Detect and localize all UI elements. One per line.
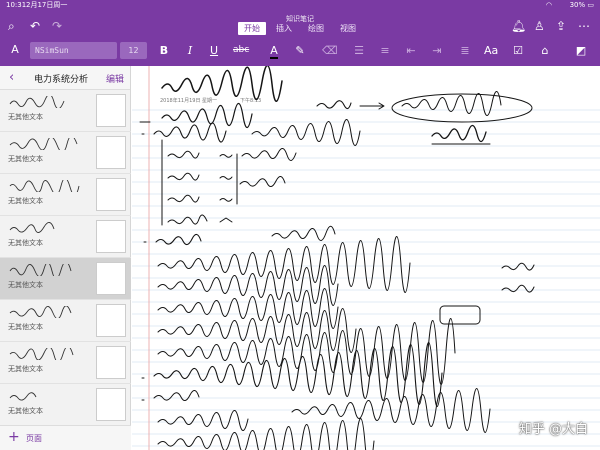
wifi-icon: ◠ [545, 1, 552, 9]
battery-percent: 30% [569, 1, 586, 9]
page-subtitle: 无其他文本 [8, 197, 43, 205]
indent-icon[interactable]: ⇥ [430, 44, 444, 57]
ribbon-tabs: 开始 插入 绘图 视图 [238, 22, 362, 35]
search-icon[interactable]: ⌕ [8, 20, 15, 32]
handwritten-title-icon [9, 96, 65, 108]
page-subtitle: 无其他文本 [8, 323, 43, 331]
numbered-list-icon[interactable]: ≡ [378, 44, 392, 57]
handwritten-title-icon [9, 392, 37, 401]
add-page-button[interactable]: 页面 [26, 433, 42, 444]
page-thumbnail [96, 262, 126, 295]
page-thumbnail [96, 136, 126, 169]
page-item-7[interactable]: 无其他文本 [0, 342, 131, 384]
bold-icon[interactable]: B [157, 44, 171, 57]
plus-icon[interactable]: + [8, 429, 20, 445]
strikethrough-icon[interactable]: abc [233, 44, 249, 57]
font-color-icon[interactable]: A [267, 44, 281, 59]
undo-icon[interactable]: ↶ [30, 20, 40, 32]
watermark: 知乎 @大白 [518, 422, 588, 437]
page-subtitle: 无其他文本 [8, 407, 43, 415]
checkbox-icon[interactable]: ☑ [511, 44, 525, 57]
page-thumbnail [96, 304, 126, 337]
section-title: 电力系统分析 [34, 75, 89, 85]
page-thumbnail [96, 94, 126, 127]
page-list: 无其他文本 无其他文本 无其他文本 无其他文本 无其他文本 无其他文本 无其他文… [0, 90, 131, 425]
page-sidebar: ‹ 电力系统分析 编辑 无其他文本 无其他文本 无其他文本 无其他文本 无其他文… [0, 66, 131, 450]
page-item-8[interactable]: 无其他文本 [0, 384, 131, 425]
highlight-icon[interactable]: ✎ [293, 44, 307, 57]
outdent-icon[interactable]: ⇤ [404, 44, 418, 57]
edit-button[interactable]: 编辑 [106, 72, 124, 85]
font-name-field[interactable]: NSimSun [30, 42, 117, 59]
underline-icon[interactable]: U [207, 44, 221, 57]
battery-indicator: 30% ▭ [569, 1, 594, 9]
handwritten-title-icon [9, 348, 74, 360]
page-subtitle: 无其他文本 [8, 281, 43, 289]
handwritten-title-icon [9, 138, 78, 150]
handwritten-title-icon [9, 306, 72, 318]
page-subtitle: 无其他文本 [8, 113, 43, 121]
handwritten-title-icon [9, 264, 72, 276]
page-subtitle: 无其他文本 [8, 239, 43, 247]
note-canvas[interactable]: 2018年11月19日 星期一 下午8:13 知乎 @大白 [132, 66, 600, 450]
style-icon[interactable]: Aa [484, 44, 498, 57]
handwritten-title-icon [9, 180, 80, 192]
page-thumbnail [96, 220, 126, 253]
status-time: 10:31 [6, 1, 27, 9]
tag-icon[interactable]: ⌂ [538, 44, 552, 57]
bullet-list-icon[interactable]: ☰ [352, 44, 366, 57]
ribbon-area: 10:31 2月17日周一 ◠ 30% ▭ 知识笔记 ⌕ ↶ ↷ 🔔︎ ♙ ⇪ … [0, 0, 600, 66]
notification-bell-icon[interactable]: 🔔︎ [511, 20, 526, 32]
italic-icon[interactable]: I [183, 44, 197, 57]
share-icon[interactable]: ⇪ [556, 20, 566, 32]
tab-view[interactable]: 视图 [334, 22, 362, 35]
page-subtitle: 无其他文本 [8, 365, 43, 373]
status-date: 2月17日周一 [26, 1, 68, 9]
tab-draw[interactable]: 绘图 [302, 22, 330, 35]
page-item-4[interactable]: 无其他文本 [0, 216, 131, 258]
page-item-1[interactable]: 无其他文本 [0, 90, 131, 132]
page-thumbnail [96, 178, 126, 211]
page-subtitle: 无其他文本 [8, 155, 43, 163]
align-icon[interactable]: ≣ [458, 44, 472, 57]
redo-icon[interactable]: ↷ [52, 20, 62, 32]
handwritten-title-icon [9, 222, 55, 233]
page-thumbnail [96, 388, 126, 421]
tab-home[interactable]: 开始 [238, 22, 266, 35]
add-page-bar[interactable]: + 页面 [0, 425, 131, 450]
page-item-6[interactable]: 无其他文本 [0, 300, 131, 342]
page-item-2[interactable]: 无其他文本 [0, 132, 131, 174]
page-item-3[interactable]: 无其他文本 [0, 174, 131, 216]
format-toolbar: A NSimSun 12 B I U abc A ✎ ⌫ ☰ ≡ ⇤ ⇥ ≣ A… [0, 38, 600, 66]
back-chevron-icon[interactable]: ‹ [9, 70, 14, 85]
eraser-icon[interactable]: ⌫ [322, 44, 338, 57]
page-item-5[interactable]: 无其他文本 [0, 258, 131, 300]
status-bar: 10:31 2月17日周一 ◠ 30% ▭ [0, 0, 600, 11]
page-thumbnail [96, 346, 126, 379]
more-options-icon[interactable]: ⋯ [578, 20, 590, 32]
font-a-icon[interactable]: A [8, 43, 22, 56]
tab-insert[interactable]: 插入 [270, 22, 298, 35]
handwriting-ink [139, 66, 535, 450]
profile-icon[interactable]: ♙ [534, 20, 545, 32]
page-toggle-icon[interactable]: ◩ [574, 44, 588, 57]
font-size-field[interactable]: 12 [120, 42, 147, 59]
